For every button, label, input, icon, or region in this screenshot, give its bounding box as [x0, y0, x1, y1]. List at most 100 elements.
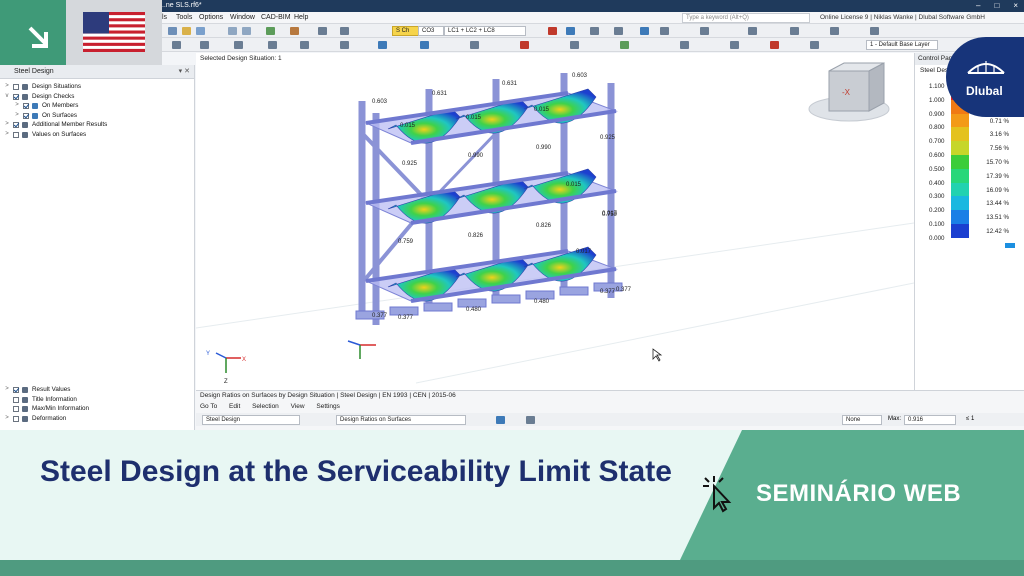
display-option-item[interactable]: > Deformation	[0, 414, 195, 424]
undo-icon[interactable]	[228, 27, 237, 35]
mirror-icon[interactable]	[300, 41, 309, 49]
table-menu-settings[interactable]: Settings	[316, 403, 340, 410]
legend-value: 0.300	[929, 193, 945, 201]
view-icon[interactable]	[318, 27, 327, 35]
expand-icon[interactable]: >	[14, 101, 20, 111]
result-type-select[interactable]: Design Ratios on Surfaces	[336, 415, 466, 425]
module-select[interactable]: Steel Design	[202, 415, 300, 425]
search-input[interactable]: Type a keyword (Alt+Q)	[682, 13, 810, 23]
menu-item-cad-bim[interactable]: CAD-BIM	[261, 12, 291, 24]
hinge-icon[interactable]	[570, 41, 579, 49]
member-icon[interactable]	[378, 41, 387, 49]
support-icon[interactable]	[520, 41, 529, 49]
expand-icon[interactable]: >	[14, 111, 20, 121]
delete-icon[interactable]	[770, 41, 779, 49]
results-icon[interactable]	[548, 27, 557, 35]
model-icon[interactable]	[290, 27, 299, 35]
display-icon[interactable]	[590, 27, 599, 35]
display-option-checkbox[interactable]	[13, 387, 19, 393]
table-filter-icon[interactable]	[496, 416, 505, 424]
nav-tree-item[interactable]: > Values on Surfaces	[0, 130, 194, 140]
expand-icon[interactable]: >	[4, 120, 10, 130]
max-value-field[interactable]: 0.916	[904, 415, 956, 425]
display-option-checkbox[interactable]	[13, 396, 19, 403]
measure-icon[interactable]	[870, 27, 879, 35]
render-icon[interactable]	[340, 27, 349, 35]
minimize-button[interactable]: –	[976, 0, 980, 12]
navigation-cube[interactable]: -X	[808, 62, 890, 122]
nav-checkbox[interactable]	[13, 84, 19, 90]
design-situation-select[interactable]: CO3	[418, 26, 444, 36]
nav-tree-item[interactable]: > On Members	[0, 101, 194, 111]
result-value-label: 0.377	[372, 313, 388, 319]
layer-icon[interactable]	[810, 41, 819, 49]
nav-checkbox[interactable]	[13, 93, 19, 100]
legend-percent: 7.56 %	[989, 145, 1009, 153]
display-options-tree: > Result Values Title Information Max/Min I…	[0, 385, 195, 423]
section-icon[interactable]	[614, 27, 623, 35]
menu-item-window[interactable]: Window	[230, 12, 255, 24]
menu-item-file[interactable]: ls	[162, 12, 167, 24]
layer-select[interactable]: 1 - Default Base Layer	[866, 40, 938, 50]
nav-item-label: Values on Surfaces	[32, 130, 87, 138]
node-icon[interactable]	[340, 41, 349, 49]
expand-icon[interactable]: >	[4, 82, 10, 92]
snap-icon[interactable]	[790, 27, 799, 35]
rotate-icon[interactable]	[268, 41, 277, 49]
nav-tree-item[interactable]: > On Surfaces	[0, 111, 194, 121]
new-file-icon[interactable]	[168, 27, 177, 35]
copy-icon[interactable]	[234, 41, 243, 49]
solid-icon[interactable]	[470, 41, 479, 49]
table-menu-edit[interactable]: Edit	[229, 403, 240, 410]
table-menu-goto[interactable]: Go To	[200, 403, 217, 410]
isometric-view-icon[interactable]	[680, 41, 689, 49]
move-icon[interactable]	[200, 41, 209, 49]
maximize-button[interactable]: □	[994, 0, 999, 12]
legend-value: 0.100	[929, 221, 945, 228]
pin-icon[interactable]: ▾ ✕	[179, 65, 190, 79]
surface-icon[interactable]	[420, 41, 429, 49]
table-menu-selection[interactable]: Selection	[252, 403, 279, 410]
nav-tree-item[interactable]: > Additional Member Results	[0, 120, 194, 130]
section-cut-icon[interactable]	[730, 41, 739, 49]
load-icon[interactable]	[620, 41, 629, 49]
select-icon[interactable]	[172, 41, 181, 49]
display-option-checkbox[interactable]	[13, 415, 19, 422]
close-button[interactable]: ×	[1013, 0, 1018, 12]
load-combination-select[interactable]: LC1 + LC2 + LC8	[444, 26, 526, 36]
open-file-icon[interactable]	[182, 27, 191, 35]
axis-x-label: X	[242, 357, 246, 363]
save-icon[interactable]	[196, 27, 205, 35]
nav-checkbox[interactable]	[23, 103, 29, 109]
filter-icon[interactable]	[660, 27, 669, 35]
menu-item-tools[interactable]: Tools	[176, 12, 192, 24]
nav-tree-item[interactable]: > Design Situations	[0, 82, 194, 92]
grid-icon[interactable]	[830, 27, 839, 35]
table-export-icon[interactable]	[526, 416, 535, 424]
guide-icon[interactable]	[700, 27, 709, 35]
expand-icon[interactable]: >	[4, 130, 10, 140]
legend-slider-icon[interactable]	[1005, 243, 1015, 248]
display-option-checkbox[interactable]	[13, 406, 19, 412]
menu-item-options[interactable]: Options	[199, 12, 223, 24]
zoom-icon[interactable]	[748, 27, 757, 35]
expand-icon[interactable]: >	[4, 414, 10, 424]
menu-item-help[interactable]: Help	[294, 12, 308, 24]
redo-icon[interactable]	[242, 27, 251, 35]
display-option-item[interactable]: > Result Values	[0, 385, 195, 395]
model-viewport[interactable]: Selected Design Situation: 1 0.603 0.631 0…	[196, 53, 914, 390]
display-option-item[interactable]: Max/Min Information	[0, 404, 195, 414]
nav-tree-item[interactable]: v Design Checks	[0, 92, 194, 102]
calculate-icon[interactable]	[266, 27, 275, 35]
expand-icon[interactable]: v	[4, 92, 10, 102]
table-menu-view[interactable]: View	[291, 403, 305, 410]
display-option-item[interactable]: Title Information	[0, 395, 195, 405]
nav-checkbox[interactable]	[13, 122, 19, 128]
filter-select[interactable]: None	[842, 415, 882, 425]
nav-checkbox[interactable]	[13, 131, 19, 138]
expand-icon[interactable]: >	[4, 385, 10, 395]
tree-item-icon	[22, 84, 28, 90]
print-icon[interactable]	[640, 27, 649, 35]
nav-checkbox[interactable]	[23, 112, 29, 119]
result-values-icon[interactable]	[566, 27, 575, 35]
